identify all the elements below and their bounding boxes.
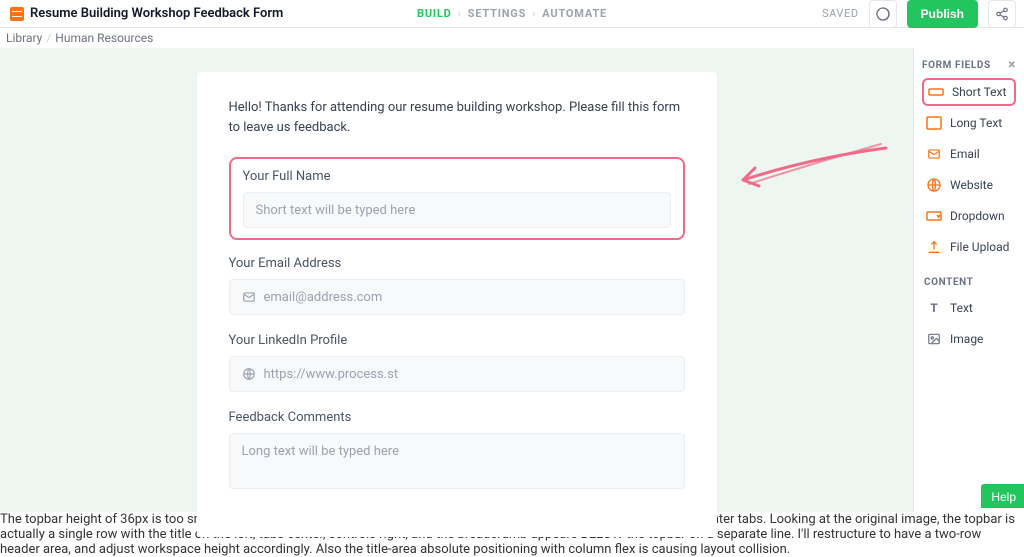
preview-button[interactable] [869, 0, 897, 28]
share-icon [995, 7, 1009, 21]
close-icon[interactable]: × [1008, 58, 1016, 72]
feedback-placeholder: Long text will be typed here [242, 444, 399, 459]
sidebar-item-file-upload[interactable]: File Upload [922, 233, 1016, 261]
short-text-icon [928, 84, 944, 100]
sidebar-item-label: Long Text [950, 116, 1002, 130]
content-section-title: CONTENT [924, 277, 1016, 288]
sidebar-item-label: Email [950, 147, 980, 161]
breadcrumb-section[interactable]: Human Resources [55, 31, 153, 45]
sidebar-item-text[interactable]: T Text [922, 294, 1016, 322]
annotation-arrow [731, 140, 891, 200]
center-tabs: BUILD › SETTINGS › AUTOMATE [417, 7, 607, 20]
sidebar-item-label: File Upload [950, 240, 1009, 254]
sidebar-item-label: Website [950, 178, 993, 192]
dropdown-icon [926, 208, 942, 224]
linkedin-placeholder: https://www.process.st [264, 367, 399, 382]
panel-header: FORM FIELDS × [922, 58, 1016, 72]
sidebar-item-short-text[interactable]: Short Text [922, 78, 1016, 106]
title-area: Resume Building Workshop Feedback Form [10, 0, 283, 27]
chevron-right-icon: › [532, 7, 536, 20]
sidebar-item-label: Image [950, 332, 983, 346]
right-controls: SAVED Publish [822, 0, 1016, 27]
help-button[interactable]: Help [981, 484, 1024, 508]
title-line: Resume Building Workshop Feedback Form [10, 6, 283, 21]
form-card: Hello! Thanks for attending our resume b… [197, 72, 717, 537]
sidebar-item-website[interactable]: Website [922, 171, 1016, 199]
email-placeholder: email@address.com [264, 290, 383, 305]
website-icon [926, 177, 942, 193]
email-icon [926, 146, 942, 162]
field-fullname[interactable]: Your Full Name Short text will be typed … [229, 157, 685, 240]
email-input[interactable]: email@address.com [229, 279, 685, 315]
publish-button[interactable]: Publish [907, 0, 978, 28]
file-upload-icon [926, 239, 942, 255]
long-text-icon [926, 115, 942, 131]
field-label-linkedin: Your LinkedIn Profile [229, 333, 685, 348]
topbar: Resume Building Workshop Feedback Form B… [0, 0, 1024, 28]
fullname-input[interactable]: Short text will be typed here [243, 192, 671, 228]
tab-build[interactable]: BUILD [417, 7, 452, 20]
sidebar-item-label: Dropdown [950, 209, 1005, 223]
sidebar-item-long-text[interactable]: Long Text [922, 109, 1016, 137]
intro-text: Hello! Thanks for attending our resume b… [229, 98, 685, 137]
sidebar-item-dropdown[interactable]: Dropdown [922, 202, 1016, 230]
image-icon [926, 331, 942, 347]
envelope-icon [242, 290, 256, 304]
workspace: Hello! Thanks for attending our resume b… [0, 48, 1024, 512]
field-label-fullname: Your Full Name [243, 169, 671, 184]
feedback-input[interactable]: Long text will be typed here [229, 433, 685, 489]
sidebar-item-email[interactable]: Email [922, 140, 1016, 168]
share-button[interactable] [988, 0, 1016, 28]
tab-settings[interactable]: SETTINGS [468, 7, 526, 20]
field-label-email: Your Email Address [229, 256, 685, 271]
sidebar: FORM FIELDS × Short Text Long Text Email [913, 48, 1024, 512]
form-icon [10, 7, 24, 21]
sidebar-item-label: Short Text [952, 85, 1006, 99]
chevron-right-icon: › [458, 7, 462, 20]
sidebar-item-label: Text [950, 301, 973, 315]
sidebar-item-image[interactable]: Image [922, 325, 1016, 353]
saved-status: SAVED [822, 7, 859, 20]
field-label-feedback: Feedback Comments [229, 410, 685, 425]
eye-icon [875, 6, 891, 22]
breadcrumb: Library / Human Resources [6, 31, 153, 45]
linkedin-input[interactable]: https://www.process.st [229, 356, 685, 392]
panel-title: FORM FIELDS [922, 60, 991, 71]
field-linkedin[interactable]: Your LinkedIn Profile https://www.proces… [229, 333, 685, 392]
breadcrumb-sep: / [46, 31, 51, 45]
field-feedback[interactable]: Feedback Comments Long text will be type… [229, 410, 685, 489]
page-title: Resume Building Workshop Feedback Form [30, 6, 283, 21]
fullname-placeholder: Short text will be typed here [256, 203, 416, 218]
breadcrumb-row: Library / Human Resources [0, 28, 1024, 48]
tab-automate[interactable]: AUTOMATE [542, 7, 607, 20]
text-icon: T [926, 300, 942, 316]
globe-icon [242, 367, 256, 381]
field-email[interactable]: Your Email Address email@address.com [229, 256, 685, 315]
canvas: Hello! Thanks for attending our resume b… [0, 48, 913, 512]
breadcrumb-library[interactable]: Library [6, 31, 42, 45]
